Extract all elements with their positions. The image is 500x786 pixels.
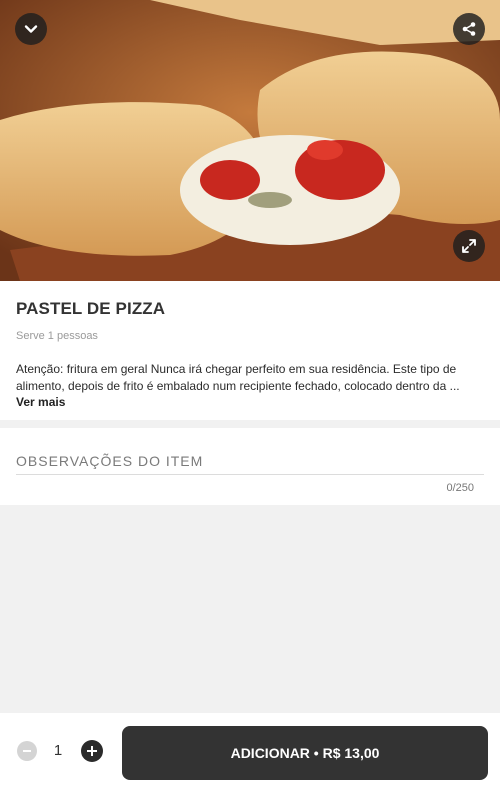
decrease-quantity-button[interactable] [17, 741, 37, 761]
character-counter: 0/250 [446, 482, 474, 494]
plus-icon [87, 746, 97, 756]
product-info: PASTEL DE PIZZA Serve 1 pessoas Atenção:… [0, 281, 500, 420]
add-to-cart-button[interactable]: ADICIONAR • R$ 13,00 [122, 726, 488, 780]
quantity-value: 1 [53, 742, 63, 759]
item-notes-section: OBSERVAÇÕES DO ITEM 0/250 [0, 428, 500, 505]
increase-quantity-button[interactable] [81, 740, 103, 762]
expand-icon [462, 239, 476, 253]
chevron-down-icon [24, 25, 38, 33]
see-more-link[interactable]: Ver mais [16, 395, 65, 409]
product-title: PASTEL DE PIZZA [16, 299, 166, 318]
share-button[interactable] [453, 13, 485, 45]
product-image [0, 0, 500, 281]
minus-icon [23, 750, 31, 752]
serves-text: Serve 1 pessoas [16, 330, 98, 342]
item-notes-underline [16, 474, 484, 475]
product-photo [0, 0, 500, 281]
expand-image-button[interactable] [453, 230, 485, 262]
collapse-button[interactable] [15, 13, 47, 45]
add-to-cart-bar: 1 ADICIONAR • R$ 13,00 [0, 713, 500, 786]
share-icon [462, 22, 476, 36]
item-notes-field[interactable]: OBSERVAÇÕES DO ITEM [16, 453, 203, 469]
product-description: Atenção: fritura em geral Nunca irá cheg… [16, 362, 460, 393]
